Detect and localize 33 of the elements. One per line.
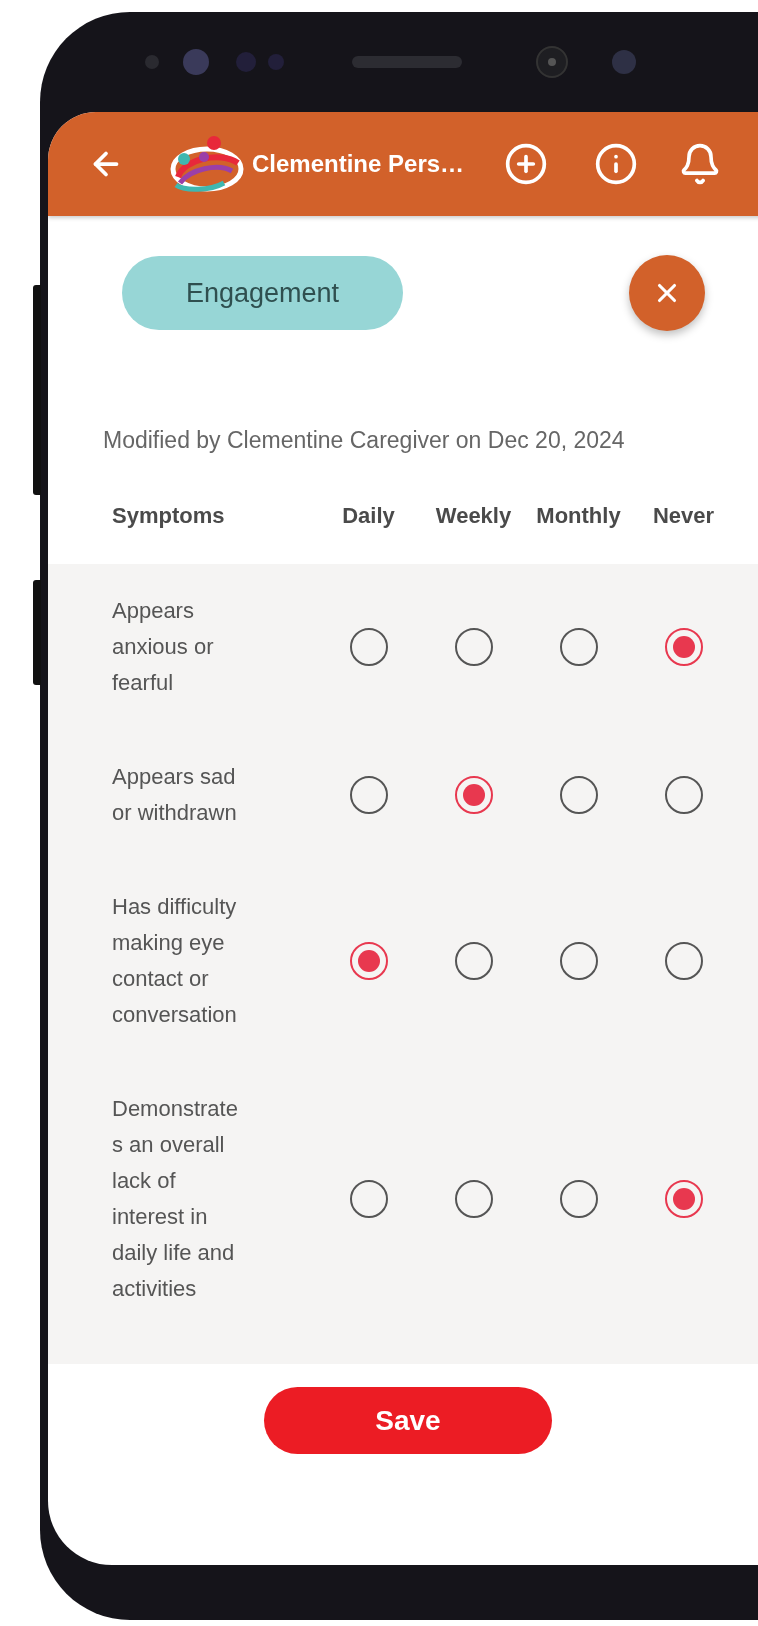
- radio-button[interactable]: [559, 776, 598, 814]
- radio-button[interactable]: [454, 1180, 493, 1218]
- radio-button[interactable]: [349, 942, 388, 980]
- radio-button[interactable]: [454, 776, 493, 814]
- info-icon[interactable]: [594, 142, 639, 186]
- radio-button[interactable]: [664, 1180, 703, 1218]
- radio-button[interactable]: [349, 1180, 388, 1218]
- column-header: Weekly: [435, 503, 512, 529]
- column-header: Monthly: [536, 503, 621, 529]
- close-button[interactable]: [629, 255, 705, 331]
- symptom-label: Has difficulty making eye contact or conversation: [112, 893, 238, 1029]
- radio-button[interactable]: [559, 1180, 598, 1218]
- symptom-label: Appears anxious or fearful: [112, 597, 215, 697]
- radio-button[interactable]: [664, 942, 703, 980]
- column-header: Daily: [342, 503, 395, 529]
- radio-button[interactable]: [664, 628, 703, 666]
- radio-button[interactable]: [349, 628, 388, 666]
- logo-icon: [170, 133, 244, 195]
- radio-button[interactable]: [349, 776, 388, 814]
- column-header: Never: [652, 503, 715, 529]
- radio-button[interactable]: [559, 942, 598, 980]
- header-title: Clementine Pers…: [252, 150, 465, 178]
- save-button[interactable]: Save: [264, 1387, 552, 1454]
- symptom-label: Demonstrates an overall lack of interest in daily life and activities: [112, 1095, 239, 1303]
- category-tag: Engagement: [122, 256, 403, 330]
- radio-button[interactable]: [454, 942, 493, 980]
- radio-button[interactable]: [664, 776, 703, 814]
- symptom-label: Appears sad or withdrawn: [112, 763, 238, 827]
- add-icon[interactable]: [504, 142, 549, 186]
- radio-button[interactable]: [559, 628, 598, 666]
- column-header: Symptoms: [112, 503, 225, 529]
- modified-note: Modified by Clementine Caregiver on Dec 20, 2024: [103, 427, 626, 454]
- radio-button[interactable]: [454, 628, 493, 666]
